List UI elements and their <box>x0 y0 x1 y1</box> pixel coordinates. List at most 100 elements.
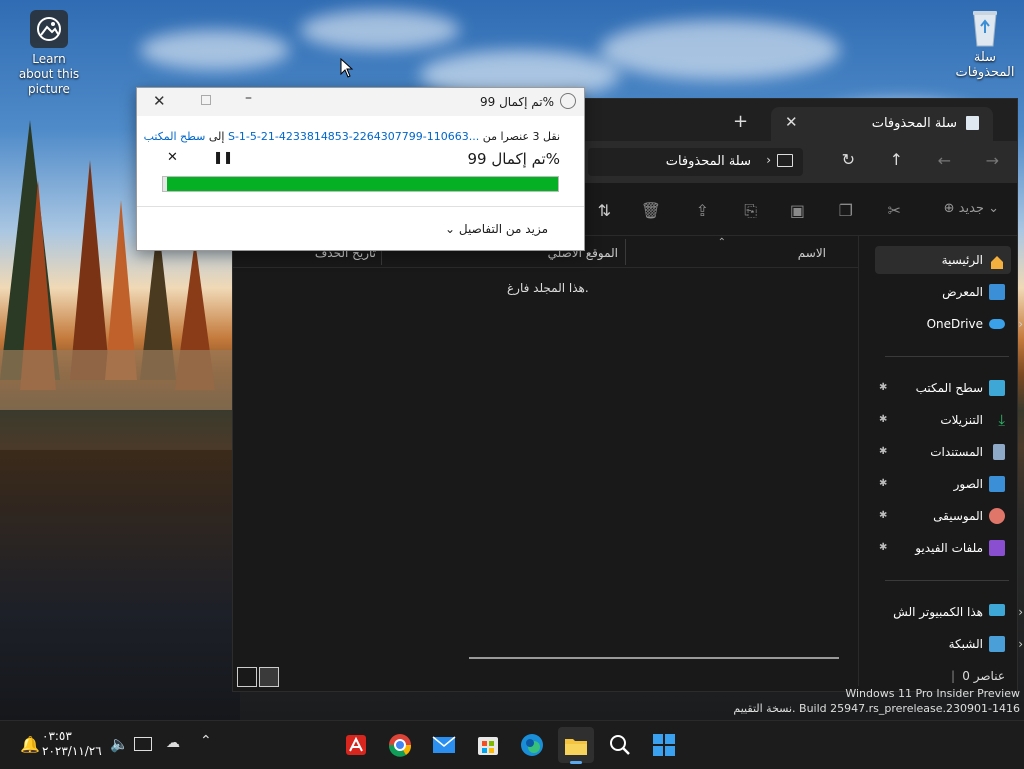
new-button[interactable]: ⊕ جديد ⌄ <box>944 201 999 216</box>
network-icon <box>989 636 1005 652</box>
navigation-pane: الرئيسية المعرض › OneDrive سطح المكتب ✱ … <box>858 236 1023 686</box>
tab-recycle-bin[interactable]: سلة المحذوفات ✕ <box>771 107 993 141</box>
sidebar-item-label: ملفات الفيديو <box>915 541 983 555</box>
transfer-source-link[interactable]: ...S-1-5-21-4233814853-2264307799-110663 <box>228 130 479 143</box>
empty-folder-message: هذا المجلد فارغ. <box>507 281 589 295</box>
sidebar-item-network[interactable]: › الشبكة <box>875 630 1023 658</box>
refresh-icon[interactable]: ↻ <box>842 150 855 169</box>
home-icon <box>989 252 1005 269</box>
address-field[interactable]: › سلة المحذوفات <box>588 148 803 176</box>
close-icon[interactable]: ✕ <box>153 92 166 110</box>
clock-icon <box>560 93 576 109</box>
pause-icon[interactable]: ❚❚ <box>213 150 233 164</box>
document-icon <box>993 444 1005 460</box>
clock[interactable]: ٠٣:٥٣ ٢٠٢٣/١١/٢٦ <box>42 729 102 759</box>
clock-date: ٢٠٢٣/١١/٢٦ <box>42 744 102 758</box>
cancel-icon[interactable]: ✕ <box>167 150 178 165</box>
paste-icon[interactable]: ▣ <box>790 201 805 220</box>
nav-divider <box>885 356 1009 357</box>
sidebar-item-pictures[interactable]: الصور ✱ <box>875 470 1011 498</box>
start-windows-icon[interactable] <box>646 727 682 763</box>
recycle-bin-icon <box>970 8 1000 48</box>
pin-icon: ✱ <box>879 414 888 425</box>
learn-about-picture-shortcut[interactable]: Learn about this picture <box>14 10 84 97</box>
chevron-right-icon: › <box>766 153 771 167</box>
column-name[interactable]: الاسم <box>798 246 826 260</box>
learn-icon <box>30 10 68 48</box>
sort-icon[interactable]: ⇅ <box>598 201 611 220</box>
pin-icon: ✱ <box>879 510 888 521</box>
learn-icon-label: Learn about this picture <box>18 52 80 96</box>
sidebar-item-music[interactable]: الموسيقى ✱ <box>875 502 1011 530</box>
network-status-icon[interactable] <box>134 737 152 751</box>
acrobat-icon[interactable] <box>338 727 374 763</box>
cut-icon[interactable]: ✂ <box>888 201 901 220</box>
list-view-icon[interactable] <box>259 667 279 687</box>
nav-divider <box>885 580 1009 581</box>
sort-up-icon: ⌃ <box>717 237 726 248</box>
chevron-right-icon[interactable]: › <box>1018 598 1023 626</box>
delete-icon[interactable]: 🗑 <box>641 201 661 220</box>
notification-bell-icon[interactable]: 🔔 <box>20 735 40 754</box>
maximize-icon[interactable] <box>201 95 211 105</box>
volume-icon[interactable]: 🔈 <box>110 735 129 753</box>
desktop-folder-icon <box>989 380 1005 396</box>
sidebar-item-label: OneDrive <box>926 317 983 331</box>
share-icon[interactable]: ⇪ <box>696 201 709 220</box>
transfer-to-word: إلى <box>208 130 225 143</box>
sidebar-item-label: المستندات <box>930 445 983 459</box>
edge-icon[interactable] <box>514 727 550 763</box>
more-details-button[interactable]: ⌄ مزيد من التفاصيل <box>437 222 548 236</box>
more-details-label: مزيد من التفاصيل <box>458 222 548 236</box>
column-divider[interactable] <box>625 239 626 265</box>
rename-icon[interactable]: ⎘ <box>744 201 757 221</box>
cloud-offline-icon[interactable]: ☁ <box>166 735 180 751</box>
forward-icon[interactable]: → <box>986 151 999 170</box>
minimize-icon[interactable]: – <box>245 90 252 106</box>
dialog-title-bar: ✕ – تم إكمال 99% <box>137 88 584 116</box>
add-icon: ⊕ <box>943 201 955 216</box>
status-item-count: 0 عناصر <box>962 669 1005 683</box>
horizontal-scrollbar[interactable] <box>469 657 839 659</box>
chevron-right-icon[interactable]: › <box>1018 630 1023 658</box>
mail-icon[interactable] <box>426 727 462 763</box>
copy-icon[interactable]: ❐ <box>839 201 853 220</box>
up-icon[interactable]: ↑ <box>890 150 903 169</box>
sidebar-item-label: الموسيقى <box>933 509 983 523</box>
pin-icon: ✱ <box>879 542 888 553</box>
transfer-destination-link[interactable]: سطح المكتب <box>144 130 206 143</box>
sidebar-item-videos[interactable]: ملفات الفيديو ✱ <box>875 534 1011 562</box>
show-hidden-icons-chevron-up-icon[interactable]: ⌃ <box>200 733 212 749</box>
recycle-bin-shortcut[interactable]: سلة المحذوفات <box>950 8 1020 80</box>
details-view-icon[interactable] <box>237 667 257 687</box>
gallery-icon <box>989 284 1005 300</box>
new-tab-icon[interactable]: + <box>733 111 748 132</box>
sidebar-item-gallery[interactable]: المعرض <box>875 278 1011 306</box>
pin-icon: ✱ <box>879 446 888 457</box>
progress-bar-fill <box>166 177 558 191</box>
chrome-icon[interactable] <box>382 727 418 763</box>
onedrive-cloud-icon <box>989 319 1005 329</box>
sidebar-item-downloads[interactable]: ⤓ التنزيلات ✱ <box>875 406 1011 434</box>
sidebar-item-onedrive[interactable]: › OneDrive <box>875 310 1023 338</box>
sidebar-item-home[interactable]: الرئيسية <box>875 246 1011 274</box>
chevron-right-icon[interactable]: › <box>1018 310 1023 338</box>
video-icon <box>989 540 1005 556</box>
back-icon[interactable]: ← <box>938 151 951 170</box>
close-tab-icon[interactable]: ✕ <box>785 113 798 131</box>
watermark-line1: Windows 11 Pro Insider Preview <box>845 687 1020 700</box>
active-indicator <box>570 761 582 764</box>
sidebar-item-label: التنزيلات <box>940 413 983 427</box>
sidebar-item-label: سطح المكتب <box>915 381 983 395</box>
sidebar-item-this-pc[interactable]: › هذا الكمبيوتر الش <box>875 598 1023 626</box>
store-icon[interactable] <box>470 727 506 763</box>
progress-bar <box>162 176 559 192</box>
dialog-title: تم إكمال 99% <box>479 95 554 109</box>
file-explorer-taskbar-icon[interactable] <box>558 727 594 764</box>
mouse-cursor-icon <box>340 58 354 78</box>
sidebar-item-label: الشبكة <box>948 637 983 651</box>
sidebar-item-desktop[interactable]: سطح المكتب ✱ <box>875 374 1011 402</box>
clock-time: ٠٣:٥٣ <box>42 729 72 743</box>
search-icon[interactable] <box>602 727 638 763</box>
sidebar-item-documents[interactable]: المستندات ✱ <box>875 438 1011 466</box>
